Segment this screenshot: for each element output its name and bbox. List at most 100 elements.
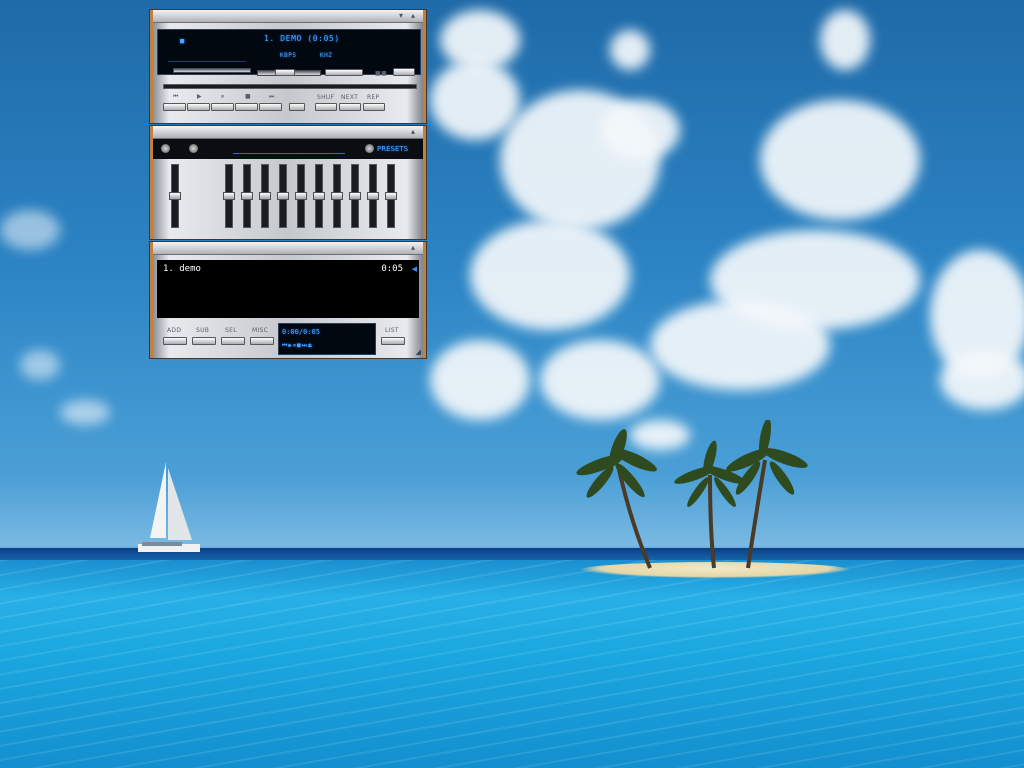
playlist-item[interactable]: 1. demo 0:05 <box>163 264 403 276</box>
equalizer-window: ▴ PRESETS <box>150 126 426 239</box>
presets-icon[interactable] <box>365 144 374 153</box>
playlist-list: 1. demo 0:05 ◀ <box>157 260 419 318</box>
playlist-window: ▴ 1. demo 0:05 ◀ ADD SUB SEL MISC 0:00/0… <box>150 242 426 358</box>
cloud <box>650 300 830 390</box>
repeat-label: REP <box>367 94 380 101</box>
seek-bar[interactable] <box>163 84 417 89</box>
sea <box>0 560 1024 768</box>
eq-preamp-slider-knob[interactable] <box>169 192 181 200</box>
eq-band-slider-9-knob[interactable] <box>367 192 379 200</box>
mini-transport-icon[interactable]: ⏮▶⏸■⏭⏏ <box>282 342 313 350</box>
eq-band-slider-2-knob[interactable] <box>241 192 253 200</box>
play-button[interactable] <box>187 103 210 111</box>
eq-band-slider-6-knob[interactable] <box>313 192 325 200</box>
kbps-label: KBPS <box>280 52 297 59</box>
stereo-indicator: ■■ <box>375 70 387 77</box>
eq-band-slider-7-knob[interactable] <box>331 192 343 200</box>
cloud <box>470 220 630 330</box>
minimize-icon[interactable]: ▾ <box>399 12 403 20</box>
cloud <box>0 210 60 250</box>
eq-pl-toggle[interactable] <box>325 69 363 76</box>
eject-button[interactable] <box>289 103 305 111</box>
main-titlebar[interactable]: ▾ ▴ <box>153 10 423 23</box>
cloud <box>20 350 60 380</box>
add-label: ADD <box>167 327 182 334</box>
eq-band-slider-3[interactable] <box>259 164 271 228</box>
cloud <box>60 400 110 425</box>
playlist-item-title: 1. demo <box>163 264 201 274</box>
visualizer[interactable]: ■ <box>162 33 252 69</box>
sel-label: SEL <box>225 327 237 334</box>
cloud <box>610 30 650 70</box>
palm-trees-image <box>576 420 808 569</box>
stop-button[interactable] <box>235 103 258 111</box>
eq-band-slider-10-knob[interactable] <box>385 192 397 200</box>
cloud <box>940 350 1024 410</box>
eq-band-slider-4-knob[interactable] <box>277 192 289 200</box>
pause-button[interactable] <box>211 103 234 111</box>
eq-on-toggle[interactable] <box>161 144 170 153</box>
eq-band-slider-6[interactable] <box>313 164 325 228</box>
shuffle-label: SHUF <box>317 94 335 101</box>
eq-band-slider-5[interactable] <box>295 164 307 228</box>
cloud <box>820 10 870 70</box>
scroll-arrow-icon[interactable]: ◀ <box>412 265 417 273</box>
next-mode-button[interactable] <box>339 103 361 111</box>
eq-band-slider-5-knob[interactable] <box>295 192 307 200</box>
eq-preamp-slider[interactable] <box>169 164 181 228</box>
cloud <box>540 340 660 420</box>
cloud <box>430 60 520 140</box>
time-display: 0:00/0:05 <box>282 328 320 336</box>
eq-band-slider-7[interactable] <box>331 164 343 228</box>
playlist-item-duration: 0:05 <box>381 264 403 274</box>
resize-grip-icon[interactable]: ◢ <box>416 348 421 356</box>
main-player-window: ▾ ▴ ■ 1. DEMO (0:05) KBPS KHZ ■■ ⏮ ▶ ⏸ ■… <box>150 10 426 123</box>
cloud <box>430 340 530 420</box>
eq-band-slider-3-knob[interactable] <box>259 192 271 200</box>
next-mode-label: NEXT <box>341 94 359 101</box>
sub-label: SUB <box>196 327 210 334</box>
eq-band-slider-4[interactable] <box>277 164 289 228</box>
next-button[interactable] <box>259 103 282 111</box>
mini-lcd: 0:00/0:05 ⏮▶⏸■⏭⏏ <box>278 323 376 355</box>
cloud <box>600 100 680 160</box>
pause-icon: ⏸ <box>221 93 225 100</box>
prev-button[interactable] <box>163 103 186 111</box>
shade-icon[interactable]: ▴ <box>411 128 415 136</box>
sel-button[interactable] <box>221 337 245 345</box>
eq-band-slider-8-knob[interactable] <box>349 192 361 200</box>
track-title-display[interactable]: 1. DEMO (0:05) <box>264 34 340 43</box>
volume-slider[interactable] <box>173 68 251 73</box>
eq-graph <box>233 143 345 154</box>
eq-band-slider-1-knob[interactable] <box>223 192 235 200</box>
repeat-button[interactable] <box>363 103 385 111</box>
play-icon: ▶ <box>197 93 202 100</box>
balance-knob[interactable] <box>275 69 295 76</box>
misc-button[interactable] <box>250 337 274 345</box>
pl-toggle-button[interactable] <box>393 68 415 76</box>
eq-titlebar[interactable]: ▴ <box>153 126 423 139</box>
eq-band-slider-2[interactable] <box>241 164 253 228</box>
play-state-icon: ■ <box>180 37 185 45</box>
eq-header: PRESETS <box>153 139 423 159</box>
eq-auto-toggle[interactable] <box>189 144 198 153</box>
playlist-titlebar[interactable]: ▴ <box>153 242 423 255</box>
list-button[interactable] <box>381 337 405 345</box>
presets-button[interactable]: PRESETS <box>377 145 408 153</box>
eq-band-slider-1[interactable] <box>223 164 235 228</box>
eq-band-slider-8[interactable] <box>349 164 361 228</box>
stop-icon: ■ <box>245 93 251 100</box>
eq-band-slider-9[interactable] <box>367 164 379 228</box>
shuffle-button[interactable] <box>315 103 337 111</box>
visualizer-baseline <box>168 61 246 62</box>
sub-button[interactable] <box>192 337 216 345</box>
misc-label: MISC <box>252 327 269 334</box>
next-icon: ⏭ <box>269 93 275 100</box>
shade-icon[interactable]: ▴ <box>411 244 415 252</box>
add-button[interactable] <box>163 337 187 345</box>
khz-label: KHZ <box>320 52 333 59</box>
list-label: LIST <box>385 327 399 334</box>
eq-band-slider-10[interactable] <box>385 164 397 228</box>
cloud <box>760 100 920 220</box>
shade-icon[interactable]: ▴ <box>411 12 415 20</box>
